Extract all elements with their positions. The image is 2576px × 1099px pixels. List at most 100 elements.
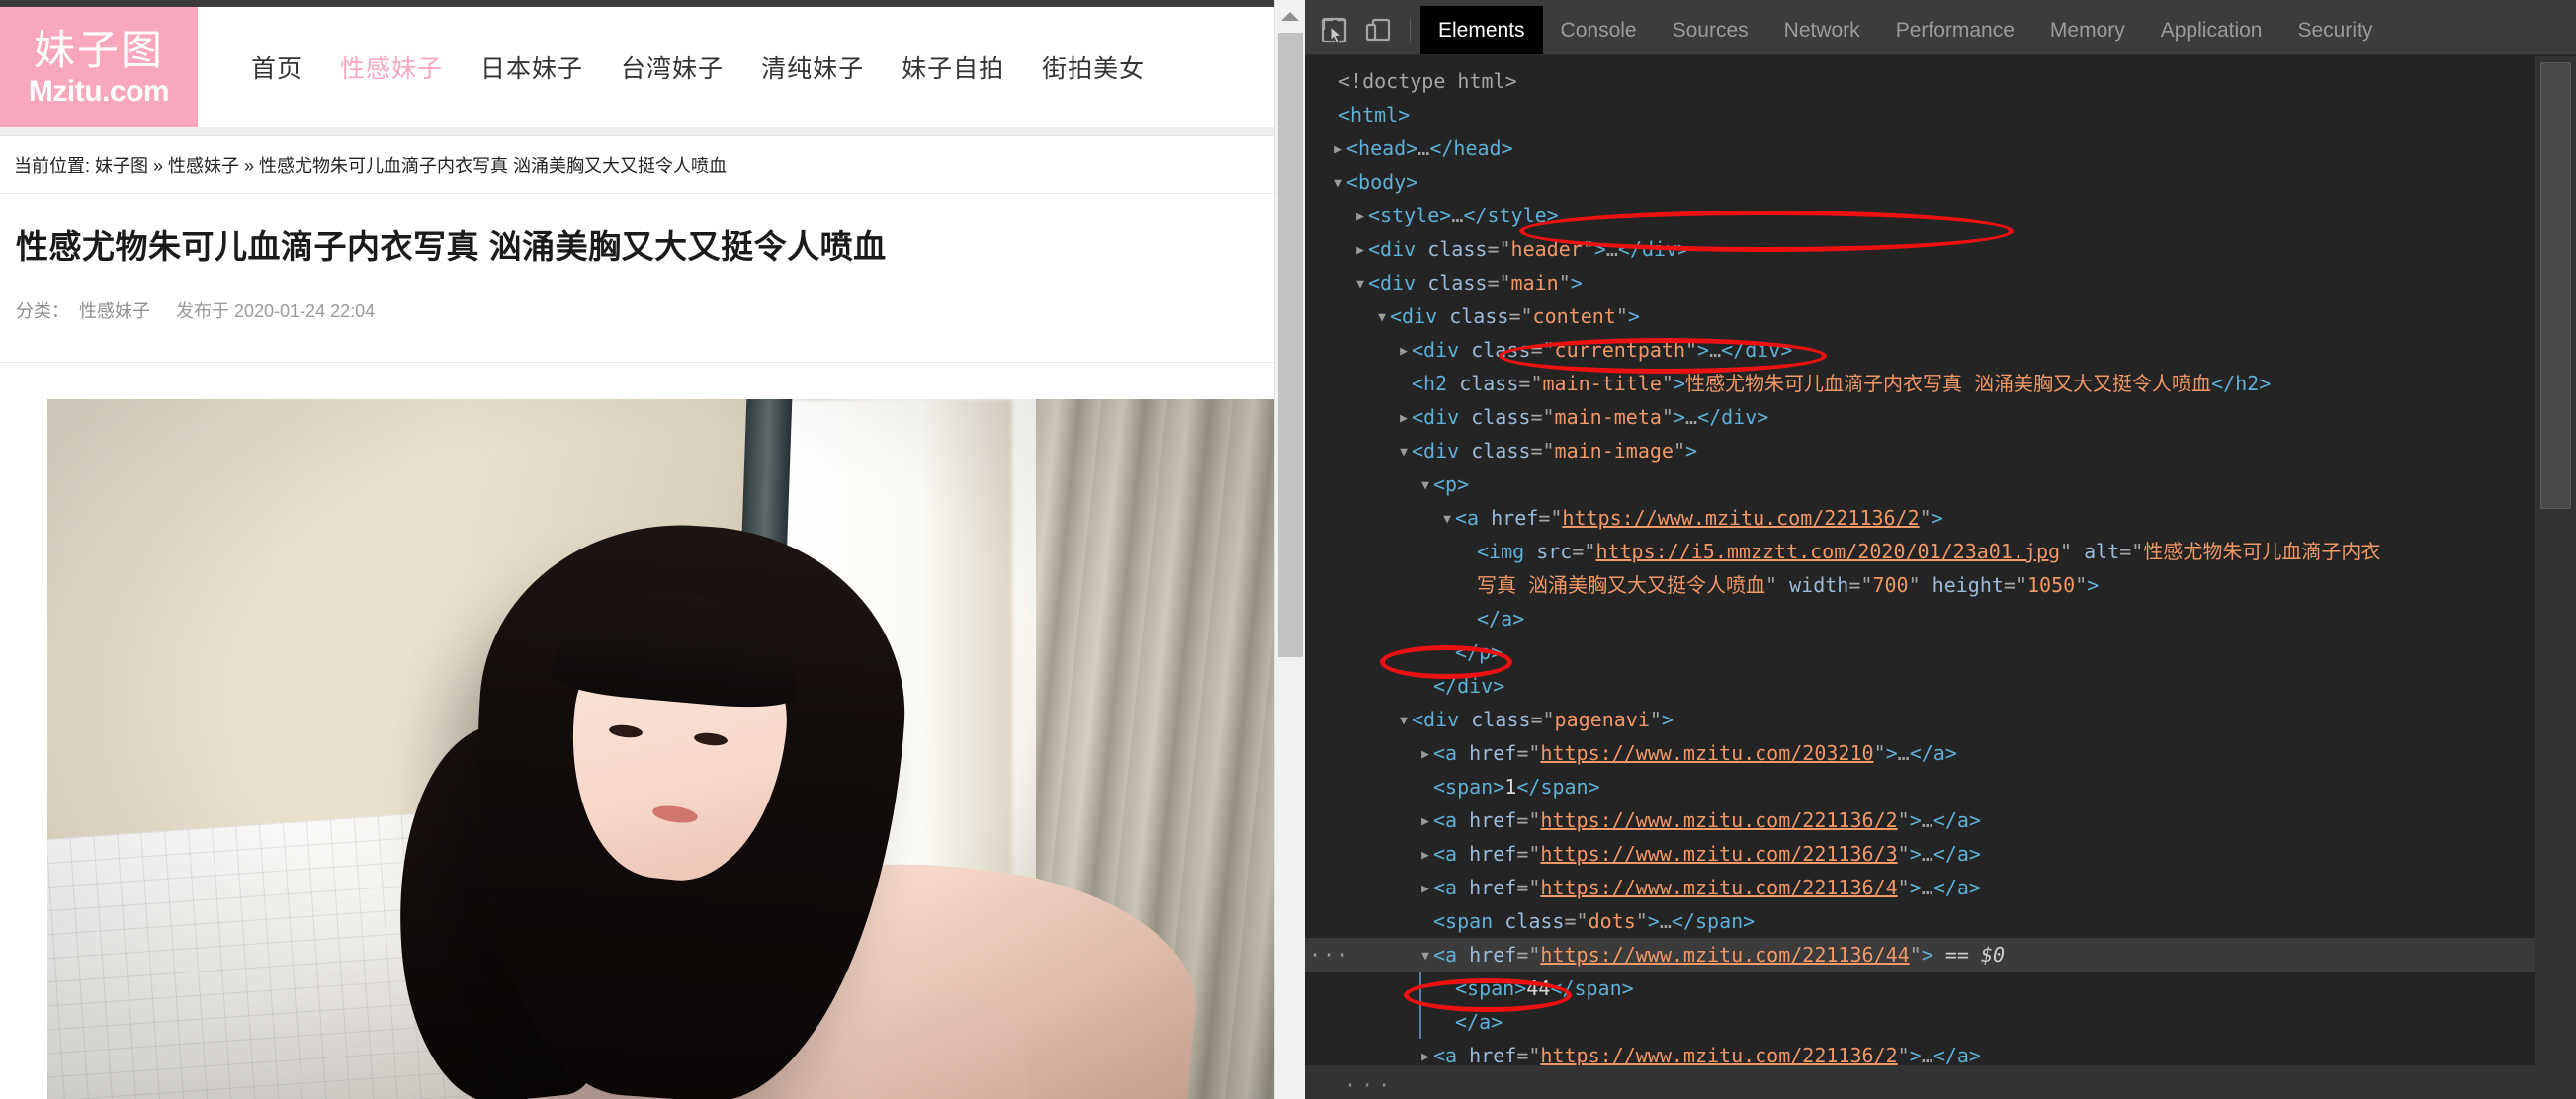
expand-triangle-icon[interactable]: ▶ (1331, 133, 1346, 167)
src-attr-name: src (1536, 540, 1573, 563)
span-44-text: 44 (1526, 976, 1551, 1000)
dom-row-span-44[interactable]: ▶<span>44</span> (1305, 972, 2576, 1005)
nav-item-selfie[interactable]: 妹子自拍 (902, 49, 1004, 85)
expand-triangle-icon[interactable]: ▶ (1352, 201, 1368, 234)
href-value-page2[interactable]: https://www.mzitu.com/221136/2 (1540, 808, 1897, 832)
href-value-prev[interactable]: https://www.mzitu.com/203210 (1540, 741, 1873, 765)
breadcrumb-text: 当前位置: 妹子图 » 性感妹子 » 性感尤物朱可儿血滴子内衣写真 汹涌美胸又大… (14, 156, 728, 176)
dom-row-span-dots[interactable]: ▶<span class="dots">…</span> (1305, 904, 2576, 938)
dom-row-a-page3[interactable]: ▶ <a href="https://www.mzitu.com/221136/3… (1305, 837, 2576, 871)
href-value-page4[interactable]: https://www.mzitu.com/221136/4 (1540, 876, 1897, 899)
collapse-triangle-icon[interactable]: ▼ (1331, 167, 1346, 201)
devtools-scrollbar[interactable] (2535, 56, 2576, 1099)
tab-application[interactable]: Application (2143, 6, 2280, 54)
collapse-triangle-icon[interactable]: ▼ (1396, 436, 1412, 469)
a-tag-name: a (1445, 876, 1458, 899)
dom-row-div-content[interactable]: ▼ <div class="content"> (1305, 299, 2576, 333)
dom-row-div-main[interactable]: ▼ <div class="main"> (1305, 266, 2576, 299)
class-value-pagenavi: pagenavi (1554, 708, 1650, 731)
href-value-page2[interactable]: https://www.mzitu.com/221136/2 (1562, 506, 1919, 530)
dom-row-a-page44-close[interactable]: ▶</a> (1305, 1005, 2576, 1039)
collapse-triangle-icon[interactable]: ▼ (1374, 301, 1390, 335)
dom-row-head[interactable]: ▶ <head>…</head> (1305, 131, 2576, 165)
collapse-triangle-icon[interactable]: ▼ (1396, 705, 1412, 738)
meta-category-link[interactable]: 性感妹子 (79, 297, 150, 323)
expand-triangle-icon[interactable]: ▶ (1396, 335, 1412, 369)
tab-security[interactable]: Security (2279, 6, 2390, 54)
page-scrollbar[interactable] (1274, 0, 1305, 1099)
child-guide-line (1419, 972, 1421, 1005)
collapse-triangle-icon[interactable]: ▼ (1439, 503, 1455, 537)
expand-triangle-icon[interactable]: ▶ (1417, 873, 1433, 906)
span-close-tag-name: span (1574, 976, 1622, 1000)
tab-network[interactable]: Network (1766, 6, 1878, 54)
tab-sources[interactable]: Sources (1655, 6, 1766, 54)
dom-row-body[interactable]: ▼ <body> (1305, 165, 2576, 199)
img-src-value[interactable]: https://i5.mmzztt.com/2020/01/23a01.jpg (1595, 540, 2060, 563)
expand-triangle-icon[interactable]: ▶ (1352, 234, 1368, 268)
dom-row-div-main-meta[interactable]: ▶ <div class="main-meta">…</div> (1305, 400, 2576, 434)
nav-item-sexy[interactable]: 性感妹子 (340, 49, 443, 85)
site-logo[interactable]: 妹子图 Mzitu.com (0, 7, 198, 127)
dom-row-img[interactable]: ▶<img src="https://i5.mmzztt.com/2020/01… (1305, 535, 2576, 568)
dom-row-div-header[interactable]: ▶ <div class="header">…</div> (1305, 232, 2576, 266)
a-tag-name: a (1445, 741, 1458, 765)
tab-elements[interactable]: Elements (1420, 6, 1543, 54)
class-attr-name: class (1427, 237, 1488, 261)
nav-item-taiwan[interactable]: 台湾妹子 (621, 49, 724, 85)
dom-row-div-main-image[interactable]: ▼ <div class="main-image"> (1305, 434, 2576, 467)
expand-triangle-icon[interactable]: ▶ (1417, 805, 1433, 839)
dom-row-h2-main-title[interactable]: ▶<h2 class="main-title">性感尤物朱可儿血滴子内衣写真 汹… (1305, 367, 2576, 400)
child-guide-line (1419, 1005, 1421, 1039)
article-photo[interactable] (47, 399, 1274, 1099)
inspect-element-icon[interactable] (1313, 6, 1356, 54)
dom-row-a-page2[interactable]: ▶ <a href="https://www.mzitu.com/221136/2… (1305, 803, 2576, 837)
dom-row-div-main-image-close[interactable]: ▶</div> (1305, 669, 2576, 703)
tab-memory[interactable]: Memory (2032, 6, 2143, 54)
href-value-page2[interactable]: https://www.mzitu.com/221136/2 (1540, 1044, 1897, 1067)
expand-triangle-icon[interactable]: ▶ (1417, 738, 1433, 772)
tab-performance[interactable]: Performance (1878, 6, 2032, 54)
href-value-page44[interactable]: https://www.mzitu.com/221136/44 (1540, 943, 1909, 967)
doctype-token: <!doctype html> (1338, 69, 1517, 93)
collapse-triangle-icon[interactable]: ▼ (1417, 469, 1433, 503)
class-attr-name: class (1427, 271, 1488, 295)
class-attr-name: class (1449, 304, 1509, 328)
dom-row-html[interactable]: ▶<html> (1305, 98, 2576, 131)
tab-console[interactable]: Console (1543, 6, 1655, 54)
span-tag-name: span (1445, 909, 1494, 933)
width-attr-name: width (1789, 573, 1849, 597)
href-value-page3[interactable]: https://www.mzitu.com/221136/3 (1540, 842, 1897, 866)
expand-triangle-icon[interactable]: ▶ (1396, 402, 1412, 436)
dom-row-p[interactable]: ▼ <p> (1305, 467, 2576, 501)
dom-row-a-image-link[interactable]: ▼ <a href="https://www.mzitu.com/221136/2… (1305, 501, 2576, 535)
dom-row-style[interactable]: ▶ <style>…</style> (1305, 199, 2576, 232)
dom-tree[interactable]: ▶<!doctype html> ▶<html> ▶<head>…</head>… (1305, 56, 2576, 1099)
nav-item-home[interactable]: 首页 (251, 49, 302, 85)
scroll-up-arrow-icon[interactable] (1275, 0, 1305, 31)
device-toolbar-icon[interactable] (1356, 6, 1400, 54)
span-tag-name: span (1445, 775, 1494, 799)
nav-item-streetshot[interactable]: 街拍美女 (1042, 49, 1145, 85)
dom-row-span-1[interactable]: ▶<span>1</span> (1305, 770, 2576, 803)
breadcrumb-dots-icon[interactable]: ··· (1344, 1073, 1395, 1097)
dom-row-div-pagenavi[interactable]: ▼ <div class="pagenavi"> (1305, 703, 2576, 736)
dom-row-a-page4[interactable]: ▶ <a href="https://www.mzitu.com/221136/4… (1305, 871, 2576, 904)
a-page4-ellipsis: … (1921, 876, 1933, 899)
dom-row-a-prev[interactable]: ▶ <a href="https://www.mzitu.com/203210">… (1305, 736, 2576, 770)
dom-row-doctype[interactable]: ▶<!doctype html> (1305, 64, 2576, 98)
dom-row-div-currentpath[interactable]: ▶ <div class="currentpath">…</div> (1305, 333, 2576, 367)
dom-row-img-wrap[interactable]: 写真 汹涌美胸又大又挺令人喷血" width="700" height="105… (1305, 568, 2576, 602)
row-more-options-icon[interactable]: ··· (1309, 938, 1350, 972)
collapse-triangle-icon[interactable]: ▼ (1417, 940, 1433, 973)
dom-row-p-close[interactable]: ▶</p> (1305, 635, 2576, 669)
nav-item-pure[interactable]: 清纯妹子 (761, 49, 864, 85)
page-scrollbar-thumb[interactable] (1278, 33, 1303, 657)
a-tag-name: a (1445, 808, 1458, 832)
collapse-triangle-icon[interactable]: ▼ (1352, 268, 1368, 301)
dom-row-a-page44-selected[interactable]: ··· ▼ <a href="https://www.mzitu.com/2211… (1305, 938, 2576, 972)
nav-item-japan[interactable]: 日本妹子 (480, 49, 583, 85)
devtools-scrollbar-thumb[interactable] (2540, 62, 2571, 509)
expand-triangle-icon[interactable]: ▶ (1417, 839, 1433, 873)
dom-row-a-close[interactable]: ▶</a> (1305, 602, 2576, 635)
